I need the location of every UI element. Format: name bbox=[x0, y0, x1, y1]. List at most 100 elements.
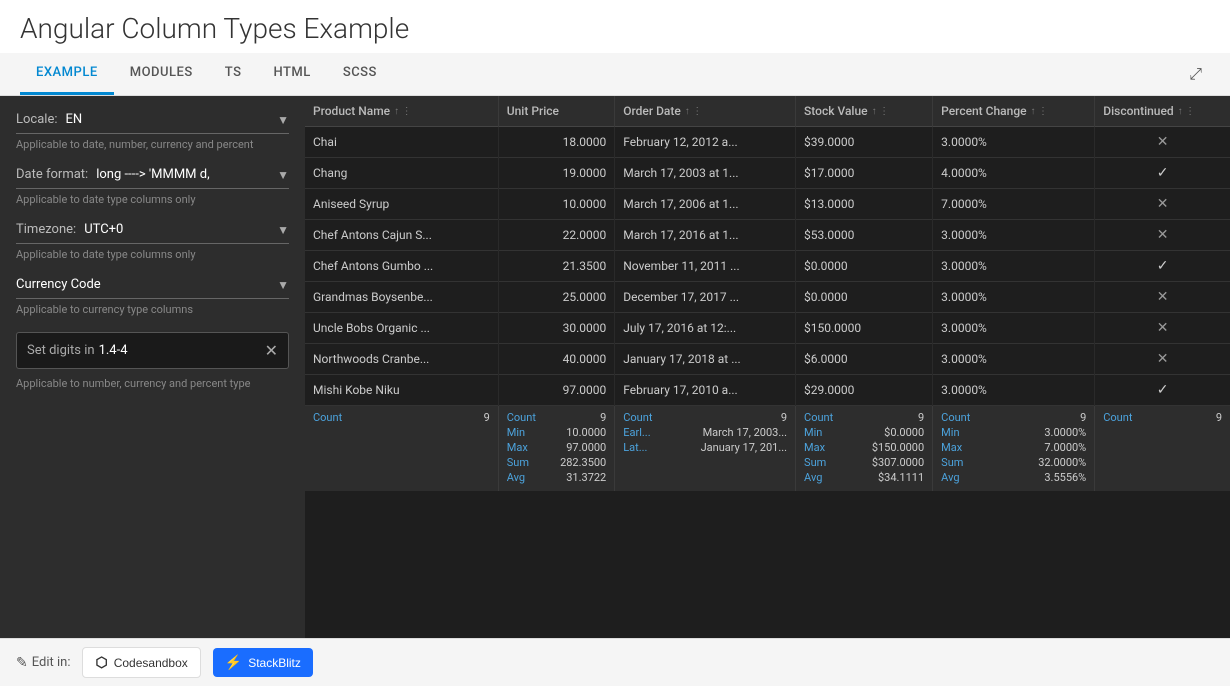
footer-stat-value: 9 bbox=[484, 411, 490, 424]
digits-close-icon[interactable]: ✕ bbox=[265, 341, 278, 360]
table-row: Uncle Bobs Organic ... 30.0000 July 17, … bbox=[305, 313, 1230, 344]
footer-stat-label: Max bbox=[507, 441, 528, 454]
footer-stat-value: March 17, 2003... bbox=[703, 426, 787, 439]
expand-icon[interactable]: ⤢ bbox=[1181, 56, 1210, 92]
locale-row: Locale: EN ▼ bbox=[16, 112, 289, 134]
footer-unit-price: Count 9 Min 10.0000 Max 97.0000 Sum 282.… bbox=[498, 406, 615, 492]
cell-product-name: Chef Antons Cajun S... bbox=[305, 220, 498, 251]
cell-order-date: March 17, 2003 at 1... bbox=[615, 158, 796, 189]
tab-html[interactable]: HTML bbox=[257, 53, 326, 95]
footer-stat: Count 9 bbox=[1103, 411, 1222, 424]
cell-stock-value: $13.0000 bbox=[796, 189, 933, 220]
order-sort-icons[interactable]: ↑ ⋮ bbox=[685, 106, 703, 117]
footer-stat-label: Count bbox=[941, 411, 970, 424]
footer-stat-label: Sum bbox=[941, 456, 963, 469]
disc-sort-icons[interactable]: ↑ ⋮ bbox=[1178, 106, 1196, 117]
footer-stat-label: Sum bbox=[804, 456, 826, 469]
header-unit-price[interactable]: Unit Price bbox=[498, 96, 615, 127]
footer-stat-label: Earl... bbox=[623, 426, 650, 439]
table-row: Chef Antons Cajun S... 22.0000 March 17,… bbox=[305, 220, 1230, 251]
cell-unit-price: 10.0000 bbox=[498, 189, 615, 220]
digits-hint: Applicable to number, currency and perce… bbox=[16, 377, 289, 390]
cell-discontinued: ✕ bbox=[1095, 282, 1230, 313]
tab-scss[interactable]: SCSS bbox=[327, 53, 393, 95]
footer-stat-value: 9 bbox=[1216, 411, 1222, 424]
header-percent-change-label: Percent Change bbox=[941, 104, 1026, 118]
cell-percent-change: 7.0000% bbox=[933, 189, 1095, 220]
grid-panel: Product Name ↑ ⋮ Unit Price Order Date ↑… bbox=[305, 96, 1230, 638]
header-product-name-label: Product Name bbox=[313, 104, 390, 118]
cell-product-name: Aniseed Syrup bbox=[305, 189, 498, 220]
cell-unit-price: 21.3500 bbox=[498, 251, 615, 282]
cell-percent-change: 3.0000% bbox=[933, 313, 1095, 344]
footer-stat-value: January 17, 201... bbox=[701, 441, 787, 454]
footer-stat: Avg $34.1111 bbox=[804, 471, 924, 484]
footer-stat: Max 97.0000 bbox=[507, 441, 607, 454]
stock-sort-icons[interactable]: ↑ ⋮ bbox=[872, 106, 890, 117]
footer-stat: Count 9 bbox=[623, 411, 787, 424]
check-icon: ✓ bbox=[1157, 258, 1169, 274]
footer-stat: Min $0.0000 bbox=[804, 426, 924, 439]
stackblitz-label: StackBlitz bbox=[248, 656, 301, 670]
date-format-hint: Applicable to date type columns only bbox=[16, 193, 289, 206]
footer-stat-value: 31.3722 bbox=[566, 471, 606, 484]
cell-product-name: Uncle Bobs Organic ... bbox=[305, 313, 498, 344]
footer-stat-label: Max bbox=[941, 441, 962, 454]
header-product-name[interactable]: Product Name ↑ ⋮ bbox=[305, 96, 498, 127]
footer-stat: Avg 3.5556% bbox=[941, 471, 1086, 484]
tab-ts[interactable]: TS bbox=[209, 53, 258, 95]
cross-icon: ✕ bbox=[1157, 320, 1169, 336]
cross-icon: ✕ bbox=[1157, 351, 1169, 367]
timezone-hint: Applicable to date type columns only bbox=[16, 248, 289, 261]
table-row: Mishi Kobe Niku 97.0000 February 17, 201… bbox=[305, 375, 1230, 406]
footer-stat-value: 282.3500 bbox=[560, 456, 606, 469]
locale-dropdown-arrow[interactable]: ▼ bbox=[277, 113, 289, 127]
date-format-control: Date format: long ----> 'MMMM d, ▼ Appli… bbox=[16, 167, 289, 206]
percent-sort-icons[interactable]: ↑ ⋮ bbox=[1031, 106, 1049, 117]
cell-unit-price: 18.0000 bbox=[498, 127, 615, 158]
cell-stock-value: $39.0000 bbox=[796, 127, 933, 158]
footer-stat-label: Min bbox=[941, 426, 959, 439]
locale-value: EN bbox=[66, 112, 278, 127]
tab-example[interactable]: EXAMPLE bbox=[20, 53, 114, 95]
header-percent-change[interactable]: Percent Change ↑ ⋮ bbox=[933, 96, 1095, 127]
footer-stat-label: Count bbox=[507, 411, 536, 424]
digits-label: Set digits in bbox=[27, 343, 95, 358]
edit-label: ✎ Edit in: bbox=[16, 655, 70, 671]
date-format-dropdown-arrow[interactable]: ▼ bbox=[277, 168, 289, 182]
footer-stat: Lat... January 17, 201... bbox=[623, 441, 787, 454]
footer-stat-label: Min bbox=[507, 426, 525, 439]
header-stock-value[interactable]: Stock Value ↑ ⋮ bbox=[796, 96, 933, 127]
cell-percent-change: 3.0000% bbox=[933, 282, 1095, 313]
check-icon: ✓ bbox=[1157, 382, 1169, 398]
currency-code-dropdown-arrow[interactable]: ▼ bbox=[277, 278, 289, 292]
header-discontinued-label: Discontinued bbox=[1103, 104, 1173, 118]
check-icon: ✓ bbox=[1157, 165, 1169, 181]
footer-stat-value: 32.0000% bbox=[1038, 456, 1086, 469]
cell-discontinued: ✓ bbox=[1095, 251, 1230, 282]
cross-icon: ✕ bbox=[1157, 196, 1169, 212]
cell-stock-value: $17.0000 bbox=[796, 158, 933, 189]
footer-product: Count 9 bbox=[305, 406, 498, 492]
footer-stat-value: 97.0000 bbox=[566, 441, 606, 454]
footer-stat-value: $0.0000 bbox=[884, 426, 924, 439]
cell-unit-price: 19.0000 bbox=[498, 158, 615, 189]
tab-modules[interactable]: MODULES bbox=[114, 53, 209, 95]
footer-stat: Count 9 bbox=[507, 411, 607, 424]
footer-order-date: Count 9 Earl... March 17, 2003... Lat...… bbox=[615, 406, 796, 492]
cell-discontinued: ✕ bbox=[1095, 344, 1230, 375]
footer-stat-label: Count bbox=[804, 411, 833, 424]
header-discontinued[interactable]: Discontinued ↑ ⋮ bbox=[1095, 96, 1230, 127]
header-order-date[interactable]: Order Date ↑ ⋮ bbox=[615, 96, 796, 127]
footer-stat: Max $150.0000 bbox=[804, 441, 924, 454]
cell-stock-value: $6.0000 bbox=[796, 344, 933, 375]
table-row: Chang 19.0000 March 17, 2003 at 1... $17… bbox=[305, 158, 1230, 189]
cell-order-date: November 11, 2011 ... bbox=[615, 251, 796, 282]
cell-order-date: July 17, 2016 at 12:... bbox=[615, 313, 796, 344]
timezone-dropdown-arrow[interactable]: ▼ bbox=[277, 223, 289, 237]
codesandbox-button[interactable]: ⬡ Codesandbox bbox=[82, 647, 200, 678]
stackblitz-button[interactable]: ⚡ StackBlitz bbox=[213, 648, 313, 677]
product-sort-icons[interactable]: ↑ ⋮ bbox=[394, 106, 412, 117]
footer-stat: Max 7.0000% bbox=[941, 441, 1086, 454]
main-content: Locale: EN ▼ Applicable to date, number,… bbox=[0, 96, 1230, 638]
